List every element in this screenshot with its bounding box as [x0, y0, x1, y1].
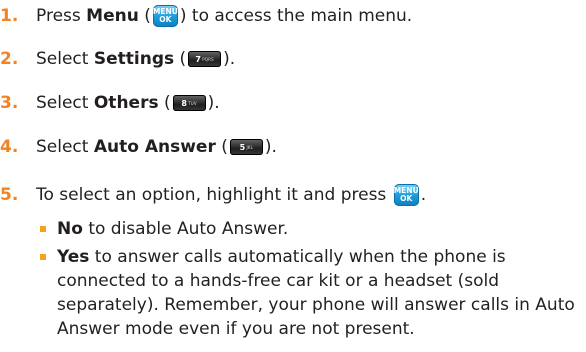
settings-label: Settings	[93, 49, 175, 69]
step-number: 1.	[0, 6, 19, 26]
auto-answer-label: Auto Answer	[93, 137, 216, 157]
key-8-icon: 8 TUV	[172, 95, 206, 111]
step-4: 4. Select Auto Answer (5 JKL).	[0, 137, 277, 157]
bullet-icon	[40, 254, 46, 260]
step-number: 3.	[0, 93, 19, 113]
option-yes: Yes to answer calls automatically when t…	[40, 245, 577, 341]
key-5-icon: 5 JKL	[229, 139, 263, 155]
others-label: Others	[93, 93, 159, 113]
step-3: 3. Select Others (8 TUV).	[0, 93, 220, 113]
menu-label: Menu	[86, 6, 139, 26]
menu-key-icon: MENU OK	[152, 5, 178, 27]
step-2: 2. Select Settings (7 PQRS).	[0, 49, 236, 69]
step-number: 2.	[0, 49, 19, 69]
step-number: 5.	[0, 185, 19, 205]
key-7-icon: 7 PQRS	[188, 51, 222, 67]
step-1: 1. Press Menu (MENU OK) to access the mai…	[0, 5, 413, 27]
step-5: 5. To select an option, highlight it and…	[0, 184, 427, 206]
menu-key-icon: MENU OK	[393, 184, 419, 206]
step-number: 4.	[0, 137, 19, 157]
bullet-icon	[40, 226, 46, 232]
option-no: No to disable Auto Answer.	[40, 217, 577, 241]
